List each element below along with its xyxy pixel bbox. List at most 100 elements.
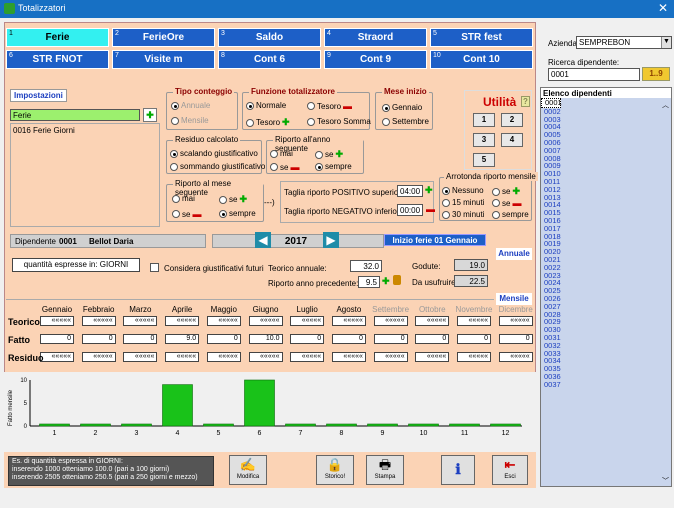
azienda-label: Azienda:: [548, 39, 580, 48]
utility-5-button[interactable]: 5: [473, 153, 495, 167]
ricerca-input[interactable]: 0001: [548, 68, 640, 81]
add-button[interactable]: ✚: [143, 108, 157, 122]
tab-number: 6: [9, 52, 13, 59]
fatto-cell[interactable]: 0: [373, 334, 408, 344]
x-tick-label: 6: [258, 430, 262, 437]
radio-sommando[interactable]: sommando giustificativo: [170, 162, 265, 171]
utility-1-button[interactable]: 1: [473, 113, 495, 127]
residuo-cell: «««««: [498, 352, 533, 362]
radio-mensile[interactable]: Mensile: [171, 116, 209, 125]
tab-str-fest[interactable]: 5 STR fest: [430, 28, 533, 47]
radio-tesoro-minus[interactable]: Tesoro ▬: [307, 101, 352, 111]
x-tick-label: 10: [420, 430, 428, 437]
bar: [490, 423, 521, 427]
radio-tesoro-somma[interactable]: Tesoro Somma: [307, 117, 371, 126]
info-button[interactable]: ℹ: [441, 455, 475, 485]
tab-visite-m[interactable]: 7 Visite m: [112, 50, 215, 69]
azienda-select[interactable]: SEMPREBON ▼: [576, 36, 672, 49]
taglia-neg-input[interactable]: 00:00: [397, 204, 423, 216]
teorico-cell: «««««: [81, 316, 116, 326]
radio-gennaio[interactable]: Gennaio: [382, 103, 422, 112]
tab-label: Cont 10: [463, 54, 500, 65]
fatto-cell[interactable]: 0: [123, 334, 158, 344]
tab-cont-6[interactable]: 8 Cont 6: [218, 50, 321, 69]
fatto-cell[interactable]: 10.0: [248, 334, 283, 344]
fatto-cell[interactable]: 0: [81, 334, 116, 344]
radio-mese-sempre[interactable]: sempre: [219, 209, 256, 218]
riporto-prec-input[interactable]: 9.5: [358, 276, 380, 288]
impostazioni-title: Impostazioni: [10, 89, 67, 102]
radio-annuale[interactable]: Annuale: [171, 101, 210, 110]
tab-straord[interactable]: 4 Straord: [324, 28, 427, 47]
fatto-cell[interactable]: 0: [206, 334, 241, 344]
radio-anno-mai[interactable]: mai: [270, 149, 293, 158]
help-icon[interactable]: ?: [521, 96, 530, 107]
employee-item[interactable]: 0010: [541, 170, 671, 178]
fatto-cell[interactable]: 0: [415, 334, 450, 344]
radio-arr-se-minus[interactable]: se ▬: [492, 198, 521, 208]
fatto-cell[interactable]: 0: [457, 334, 491, 344]
bar: [203, 423, 234, 427]
modifica-button[interactable]: ✍ Modifica: [229, 455, 267, 485]
settings-list[interactable]: 0016 Ferie Giorni: [10, 123, 160, 227]
storico-button[interactable]: 🔒 Storico!: [316, 455, 354, 485]
stampa-button[interactable]: 🖶 Stampa: [366, 455, 404, 485]
radio-arr-se-plus[interactable]: se ✚: [492, 186, 520, 197]
tab-label: Visite m: [144, 54, 183, 65]
taglia-pos-input[interactable]: 04:00: [397, 185, 423, 197]
utility-4-button[interactable]: 4: [501, 133, 523, 147]
tipo-conteggio-group: Tipo conteggio Annuale Mensile: [166, 87, 238, 130]
tab-number: 1: [9, 30, 13, 37]
next-year-button[interactable]: ▶: [323, 232, 339, 248]
tab-str-fnot[interactable]: 6 STR FNOT: [6, 50, 109, 69]
employee-item[interactable]: 0037: [541, 380, 671, 389]
fatto-cell[interactable]: 0: [40, 334, 74, 344]
residuo-title: Residuo calcolato: [173, 135, 241, 144]
close-icon[interactable]: ✕: [658, 1, 668, 15]
radio-anno-se-minus[interactable]: se ▬: [270, 162, 299, 172]
scrollbar[interactable]: ︿ ﹀: [661, 100, 670, 486]
radio-nessuno[interactable]: Nessuno: [442, 186, 484, 195]
teorico-input[interactable]: 32.0: [350, 260, 382, 272]
chevron-down-icon[interactable]: ▼: [661, 37, 671, 48]
considera-checkbox[interactable]: [150, 263, 159, 272]
radio-tesoro-plus[interactable]: Tesoro ✚: [246, 117, 290, 128]
tab-number: 3: [221, 30, 225, 37]
tab-cont-9[interactable]: 9 Cont 9: [324, 50, 427, 69]
radio-15-minuti[interactable]: 15 minuti: [442, 198, 484, 207]
tab-label: Saldo: [255, 32, 284, 43]
plus-icon: ✚: [512, 186, 520, 196]
lock-icon[interactable]: [393, 275, 401, 285]
counter-name-field[interactable]: Ferie: [10, 109, 140, 121]
prev-year-button[interactable]: ◀: [255, 232, 271, 248]
tab-cont-10[interactable]: 10 Cont 10: [430, 50, 533, 69]
chevron-down-icon[interactable]: ﹀: [661, 476, 670, 486]
tab-ferieore[interactable]: 2 FerieOre: [112, 28, 215, 47]
radio-mese-se-plus[interactable]: se ✚: [219, 194, 247, 205]
radio-mese-se-minus[interactable]: se ▬: [172, 209, 201, 219]
bar: [80, 423, 111, 427]
x-tick-label: 8: [340, 430, 344, 437]
fatto-cell[interactable]: 0: [331, 334, 366, 344]
fatto-cell[interactable]: 9.0: [165, 334, 200, 344]
annuale-title: Annuale: [496, 248, 532, 260]
radio-normale[interactable]: Normale: [246, 101, 286, 110]
fatto-cell[interactable]: 0: [498, 334, 533, 344]
utility-2-button[interactable]: 2: [501, 113, 523, 127]
radio-30-minuti[interactable]: 30 minuti: [442, 210, 484, 219]
radio-arr-sempre[interactable]: sempre: [492, 210, 529, 219]
dipendente-code: 0001: [59, 237, 77, 246]
radio-mese-mai[interactable]: mai: [172, 194, 195, 203]
fatto-cell[interactable]: 0: [290, 334, 325, 344]
chevron-up-icon[interactable]: ︿: [661, 100, 670, 110]
tab-saldo[interactable]: 3 Saldo: [218, 28, 321, 47]
utility-3-button[interactable]: 3: [473, 133, 495, 147]
search-range-button[interactable]: 1..9: [642, 67, 670, 81]
radio-scalando[interactable]: scalando giustificativo: [170, 149, 258, 158]
radio-anno-se-plus[interactable]: se ✚: [315, 149, 343, 160]
esci-button[interactable]: ⇤ Esci: [492, 455, 528, 485]
list-item[interactable]: 0016 Ferie Giorni: [11, 124, 159, 137]
radio-anno-sempre[interactable]: sempre: [315, 162, 352, 171]
radio-settembre[interactable]: Settembre: [382, 117, 429, 126]
tab-ferie[interactable]: 1 Ferie: [6, 28, 109, 47]
